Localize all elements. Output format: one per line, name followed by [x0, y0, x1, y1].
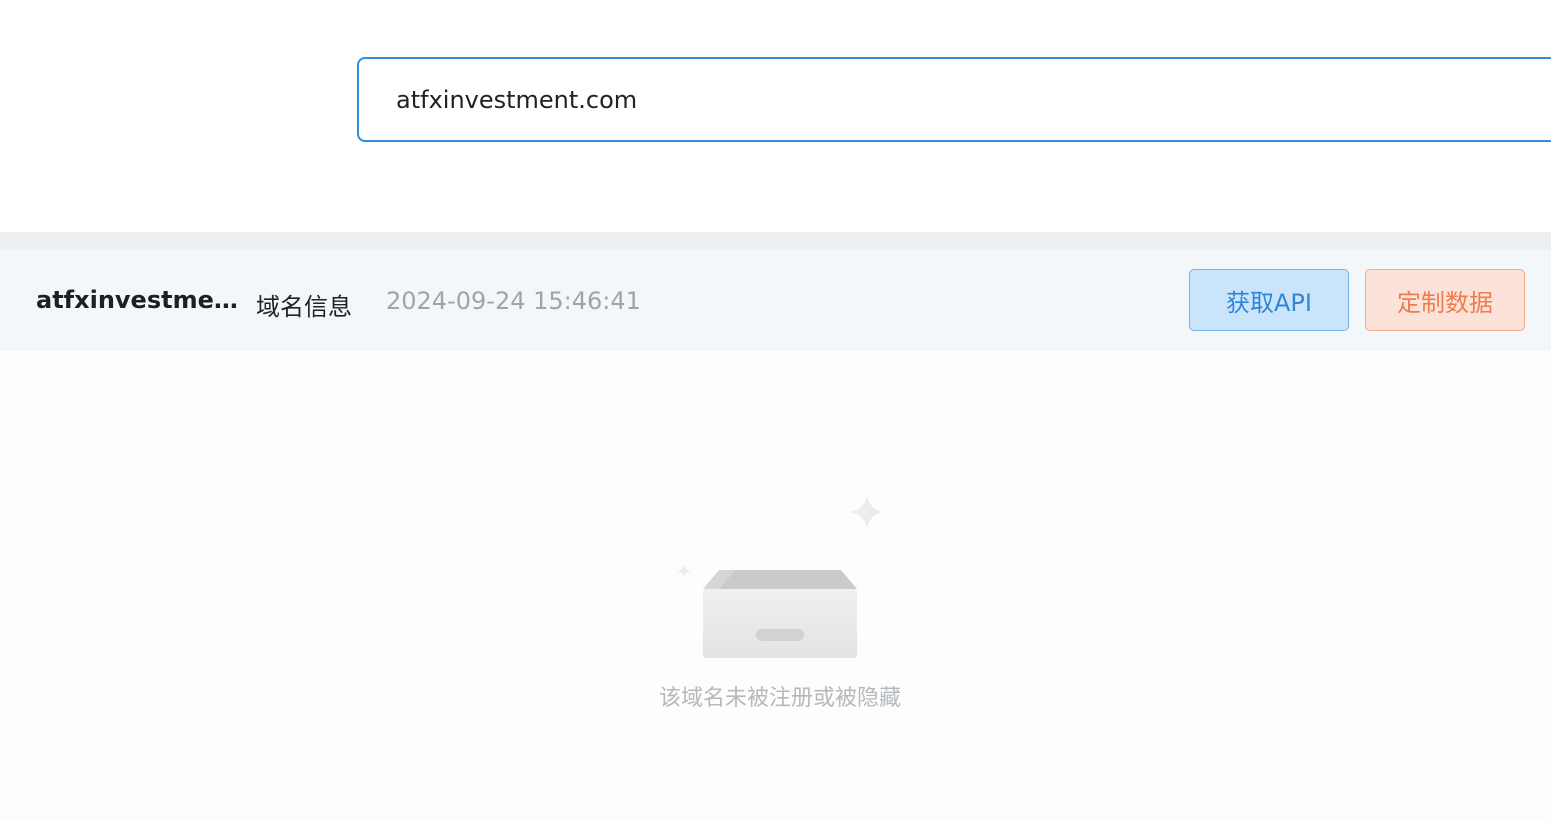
- search-section: [0, 0, 1551, 232]
- query-timestamp: 2024-09-24 15:46:41: [386, 287, 641, 315]
- empty-box-icon: [677, 495, 883, 658]
- section-divider: [0, 232, 1551, 250]
- domain-info-bar: atfxinvestmen... 域名信息 2024-09-24 15:46:4…: [0, 250, 1551, 351]
- custom-data-button[interactable]: 定制数据: [1365, 269, 1525, 331]
- empty-state: 该域名未被注册或被隐藏: [640, 490, 920, 720]
- domain-name: atfxinvestmen...: [36, 286, 244, 314]
- get-api-button[interactable]: 获取API: [1189, 269, 1349, 331]
- empty-message: 该域名未被注册或被隐藏: [658, 686, 901, 711]
- search-input[interactable]: [396, 59, 1496, 140]
- search-box[interactable]: [357, 57, 1551, 142]
- info-label: 域名信息: [256, 293, 352, 321]
